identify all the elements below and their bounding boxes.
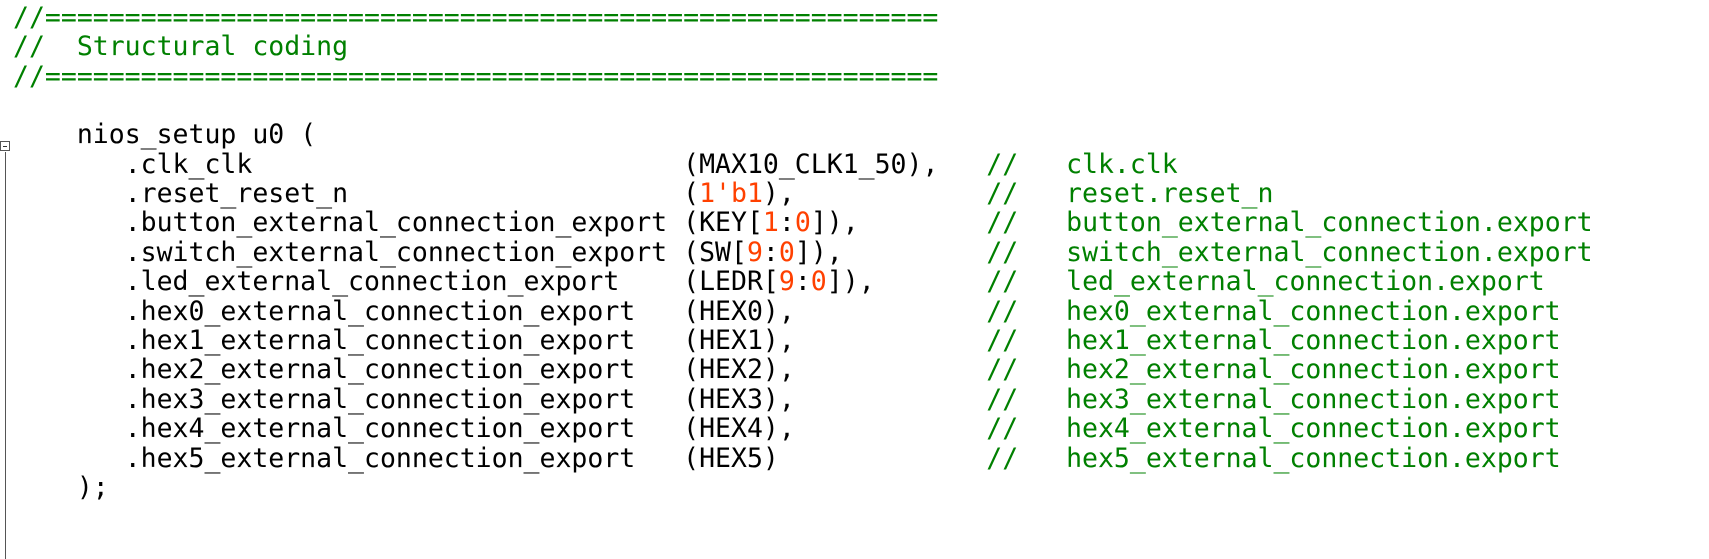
- port-comment: // button_external_connection.export: [986, 207, 1593, 239]
- comment-banner-title: // Structural coding: [13, 31, 349, 62]
- port-name: .switch_external_connection_export: [124, 236, 668, 268]
- number-literal: 9: [778, 266, 795, 298]
- number-literal: 0: [810, 266, 827, 298]
- code-editor[interactable]: //======================================…: [0, 0, 1709, 559]
- instance-declaration: nios_setup u0 (: [76, 119, 317, 150]
- port-comment: // led_external_connection.export: [986, 266, 1545, 298]
- port-comment: // hex5_external_connection.export: [986, 442, 1561, 474]
- port-name: .button_external_connection_export: [124, 207, 668, 239]
- port-connection: (HEX1),: [683, 324, 795, 356]
- port-comment: // reset.reset_n: [986, 177, 1274, 209]
- code-line-port: .hex3_external_connection_export (HEX3),…: [13, 384, 1561, 416]
- number-literal: 0: [778, 236, 795, 268]
- comment-banner-top: //======================================…: [13, 2, 939, 33]
- collapse-box-icon[interactable]: [0, 141, 10, 151]
- instance-close: );: [76, 472, 109, 503]
- code-line-port: .button_external_connection_export (KEY[…: [13, 207, 1593, 239]
- port-connection: (HEX5): [683, 442, 779, 474]
- port-comment: // hex4_external_connection.export: [986, 413, 1561, 445]
- port-comment: // switch_external_connection.export: [986, 236, 1593, 268]
- port-name: .hex4_external_connection_export: [124, 413, 636, 445]
- port-connection: (KEY[1:0]),: [683, 207, 859, 239]
- comment-banner-bottom: //======================================…: [13, 61, 939, 92]
- number-literal: 1: [762, 207, 779, 239]
- port-connection: (HEX2),: [683, 354, 795, 386]
- port-name: .led_external_connection_export: [124, 266, 620, 298]
- code-line-port: .hex2_external_connection_export (HEX2),…: [13, 354, 1561, 386]
- port-comment: // hex2_external_connection.export: [986, 354, 1561, 386]
- port-connection: (HEX3),: [683, 383, 795, 415]
- port-comment: // hex0_external_connection.export: [986, 295, 1561, 327]
- port-name: .hex5_external_connection_export: [124, 442, 636, 474]
- code-line-port: .led_external_connection_export (LEDR[9:…: [13, 266, 1545, 298]
- port-comment: // hex3_external_connection.export: [986, 383, 1561, 415]
- port-name: .hex1_external_connection_export: [124, 324, 636, 356]
- port-connection: (LEDR[9:0]),: [683, 266, 875, 298]
- port-name: .hex2_external_connection_export: [124, 354, 636, 386]
- code-line-instance-open: nios_setup u0 (: [13, 119, 316, 151]
- port-comment: // hex1_external_connection.export: [986, 324, 1561, 356]
- port-connection: (HEX0),: [683, 295, 795, 327]
- code-line-port: .clk_clk (MAX10_CLK1_50), // clk.clk: [13, 149, 1178, 181]
- port-connection: (HEX4),: [683, 413, 795, 445]
- port-name: .clk_clk: [124, 148, 253, 180]
- code-line-port: .hex5_external_connection_export (HEX5) …: [13, 443, 1561, 475]
- port-name: .reset_reset_n: [124, 177, 349, 209]
- port-name: .hex0_external_connection_export: [124, 295, 636, 327]
- code-line-port: .reset_reset_n (1'b1), // reset.reset_n: [13, 177, 1274, 210]
- number-literal: 9: [746, 236, 763, 268]
- port-name: .hex3_external_connection_export: [124, 383, 636, 415]
- port-comment: // clk.clk: [986, 148, 1178, 180]
- code-line-port: .hex1_external_connection_export (HEX1),…: [13, 325, 1561, 357]
- number-literal: 1'b1: [699, 177, 763, 209]
- code-line-port: .hex4_external_connection_export (HEX4),…: [13, 413, 1561, 445]
- code-line-port: .switch_external_connection_export (SW[9…: [13, 237, 1593, 269]
- port-connection: (MAX10_CLK1_50),: [683, 148, 939, 180]
- code-line-port: .hex0_external_connection_export (HEX0),…: [13, 296, 1561, 328]
- port-connection: (SW[9:0]),: [683, 236, 843, 268]
- fold-guide-line: [5, 152, 6, 559]
- number-literal: 0: [794, 207, 811, 239]
- code-line-instance-close: );: [13, 472, 109, 504]
- port-connection: (1'b1),: [683, 177, 795, 209]
